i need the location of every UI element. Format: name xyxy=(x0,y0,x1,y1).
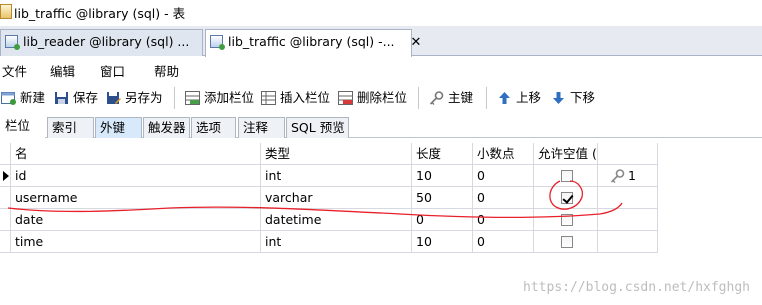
tab-triggers[interactable]: 触发器 xyxy=(143,117,190,138)
window-titlebar: lib_traffic @library (sql) - 表 xyxy=(0,0,762,26)
key-icon xyxy=(610,169,625,183)
allow-null-cell xyxy=(534,187,598,209)
add-field-button[interactable]: 添加栏位 xyxy=(184,88,254,108)
table-row[interactable]: date datetime 0 0 xyxy=(0,209,658,231)
allow-null-checkbox[interactable] xyxy=(561,214,573,226)
save-icon xyxy=(55,92,68,104)
column-header-allow-null[interactable]: 允许空值 ( xyxy=(534,143,598,165)
table-row[interactable]: time int 10 0 xyxy=(0,231,658,253)
key-icon xyxy=(429,91,444,105)
key-cell xyxy=(598,231,658,253)
field-name[interactable]: date xyxy=(11,209,261,231)
table-row[interactable]: username varchar 50 0 xyxy=(0,187,658,209)
window-title: lib_traffic @library (sql) - 表 xyxy=(14,6,186,21)
key-cell xyxy=(598,187,658,209)
field-decimals[interactable]: 0 xyxy=(473,165,534,187)
field-name[interactable]: id xyxy=(11,165,261,187)
allow-null-cell xyxy=(534,165,598,187)
new-table-icon xyxy=(1,92,16,105)
column-header-decimals[interactable]: 小数点 xyxy=(473,143,534,165)
toolbar-separator xyxy=(174,87,175,109)
insert-field-button[interactable]: 插入栏位 xyxy=(260,88,330,108)
tab-indexes[interactable]: 索引 xyxy=(47,117,94,138)
toolbar-separator xyxy=(418,87,419,109)
designer-tabs: 栏位 索引 外键 触发器 选项 注释 SQL 预览 xyxy=(0,114,762,138)
allow-null-cell xyxy=(534,209,598,231)
menu-file[interactable]: 文件 xyxy=(2,61,27,80)
key-cell xyxy=(598,209,658,231)
tab-label: lib_traffic @library (sql) -... xyxy=(228,34,395,49)
toolbar: 新建 保存 另存为 添加栏位 插入栏位 删除栏位 主键 上移 下移 xyxy=(0,84,762,112)
delete-field-icon xyxy=(338,91,353,105)
column-header-key xyxy=(598,143,658,165)
field-length[interactable]: 0 xyxy=(412,209,473,231)
tab-foreign-keys[interactable]: 外键 xyxy=(95,117,142,138)
column-header-name[interactable]: 名 xyxy=(11,143,261,165)
tab-lib-traffic[interactable]: lib_traffic @library (sql) -... ✕ xyxy=(205,29,421,57)
insert-field-icon xyxy=(261,91,276,105)
column-header-type[interactable]: 类型 xyxy=(261,143,412,165)
field-name[interactable]: username xyxy=(11,187,261,209)
tab-lib-reader[interactable]: lib_reader @library (sql) ... xyxy=(0,29,203,56)
add-field-icon xyxy=(185,91,200,105)
menu-window[interactable]: 窗口 xyxy=(100,61,125,80)
watermark: https://blog.csdn.net/hxfghgh xyxy=(523,280,750,295)
table-icon xyxy=(0,4,12,19)
field-name[interactable]: time xyxy=(11,231,261,253)
field-decimals[interactable]: 0 xyxy=(473,187,534,209)
tab-comments[interactable]: 注释 xyxy=(238,117,285,138)
key-cell: 1 xyxy=(598,165,658,187)
allow-null-checkbox[interactable] xyxy=(561,236,573,248)
toolbar-separator xyxy=(486,87,487,109)
grid-header: 名 类型 长度 小数点 允许空值 ( xyxy=(0,143,658,165)
allow-null-cell xyxy=(534,231,598,253)
table-icon xyxy=(5,35,20,50)
arrow-up-icon xyxy=(499,92,510,104)
save-button[interactable]: 保存 xyxy=(53,88,98,108)
tab-sql-preview[interactable]: SQL 预览 xyxy=(286,117,349,138)
tab-options[interactable]: 选项 xyxy=(191,117,236,138)
move-up-button[interactable]: 上移 xyxy=(496,88,541,108)
menu-help[interactable]: 帮助 xyxy=(154,61,179,80)
field-decimals[interactable]: 0 xyxy=(473,209,534,231)
column-header-length[interactable]: 长度 xyxy=(412,143,473,165)
table-icon xyxy=(210,35,225,50)
field-length[interactable]: 50 xyxy=(412,187,473,209)
menu-bar: 文件 编辑 窗口 帮助 xyxy=(0,57,762,79)
tab-fields[interactable]: 栏位 xyxy=(0,115,45,138)
row-pointer-icon xyxy=(3,171,9,181)
menu-edit[interactable]: 编辑 xyxy=(50,61,75,80)
document-tabs: lib_reader @library (sql) ... lib_traffi… xyxy=(0,26,762,57)
field-type[interactable]: int xyxy=(261,165,412,187)
close-icon[interactable]: ✕ xyxy=(411,31,422,55)
table-row[interactable]: id int 10 0 1 xyxy=(0,165,658,187)
field-type[interactable]: varchar xyxy=(261,187,412,209)
save-as-button[interactable]: 另存为 xyxy=(105,88,163,108)
allow-null-checkbox[interactable] xyxy=(561,170,573,182)
key-order: 1 xyxy=(628,168,636,183)
allow-null-checkbox[interactable] xyxy=(561,192,573,204)
move-down-button[interactable]: 下移 xyxy=(550,88,595,108)
primary-key-button[interactable]: 主键 xyxy=(428,88,473,108)
tab-label: lib_reader @library (sql) ... xyxy=(23,34,190,49)
field-type[interactable]: int xyxy=(261,231,412,253)
new-button[interactable]: 新建 xyxy=(0,88,45,108)
field-length[interactable]: 10 xyxy=(412,165,473,187)
arrow-down-icon xyxy=(553,92,564,104)
field-length[interactable]: 10 xyxy=(412,231,473,253)
save-as-icon xyxy=(107,92,121,104)
field-decimals[interactable]: 0 xyxy=(473,231,534,253)
delete-field-button[interactable]: 删除栏位 xyxy=(337,88,407,108)
field-type[interactable]: datetime xyxy=(261,209,412,231)
